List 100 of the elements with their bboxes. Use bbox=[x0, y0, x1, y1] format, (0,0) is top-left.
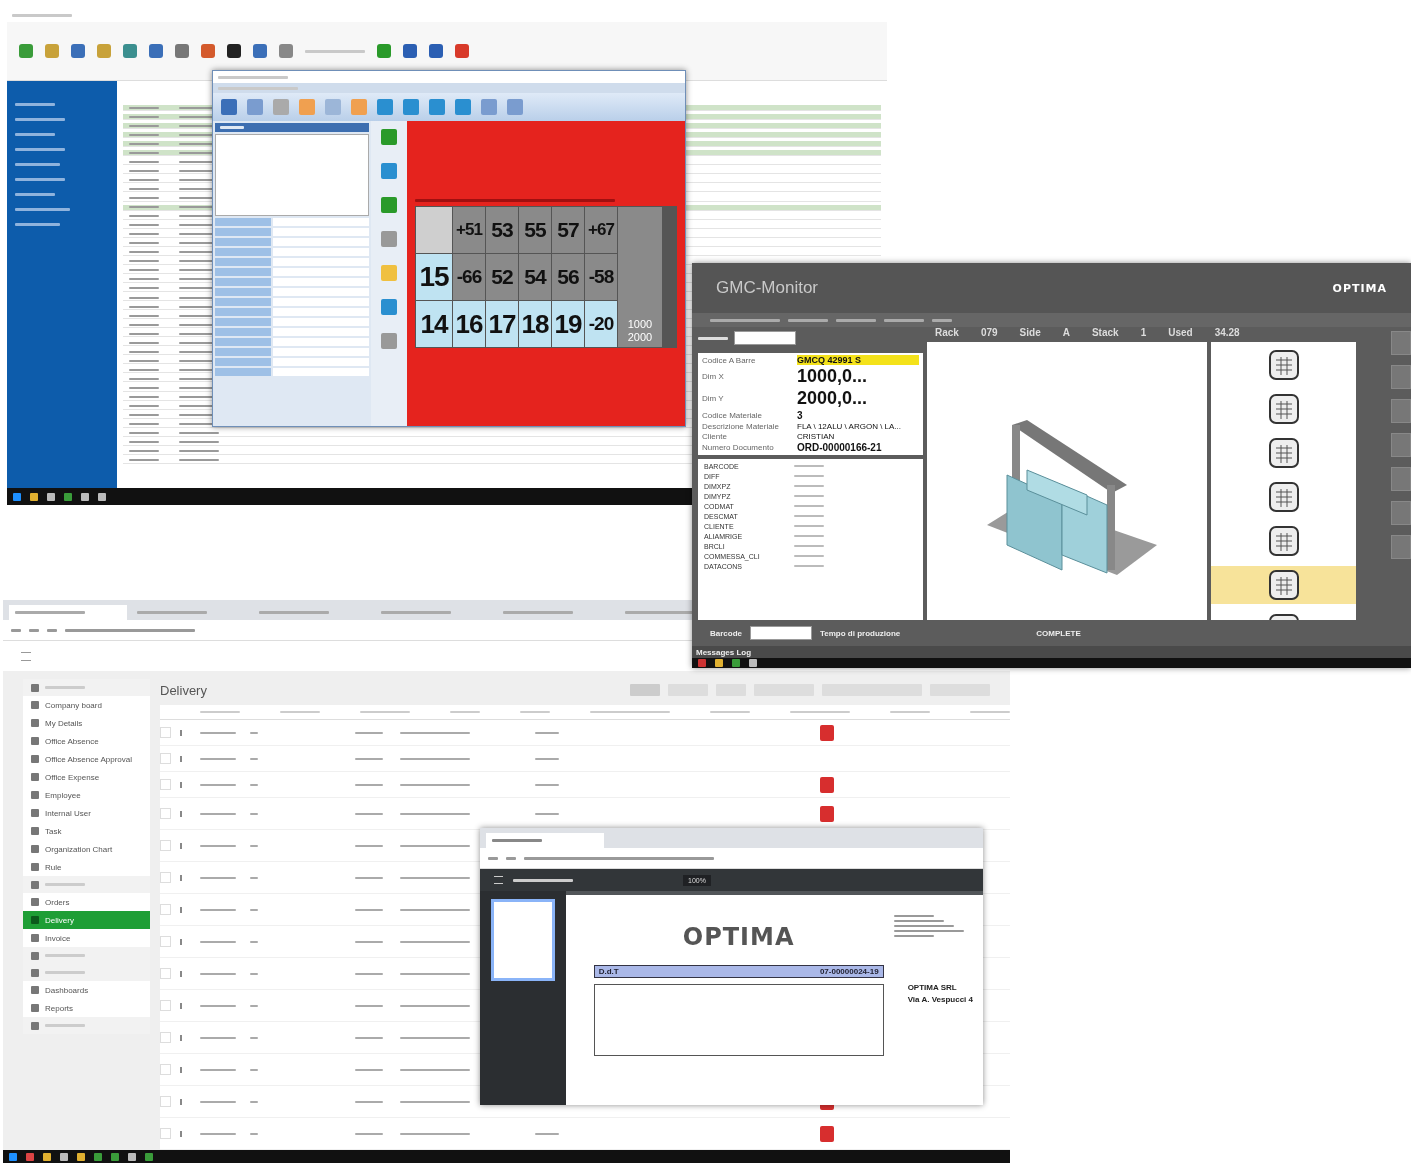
row-checkbox[interactable] bbox=[160, 1000, 171, 1011]
action-icon[interactable] bbox=[381, 299, 397, 315]
detail-label: Numero Documento bbox=[702, 443, 775, 452]
form-field[interactable] bbox=[273, 258, 369, 266]
form-label-cell bbox=[215, 358, 271, 366]
ribbon-icon[interactable] bbox=[175, 44, 189, 58]
form-field[interactable] bbox=[273, 238, 369, 246]
detail-label: Descrizione Materiale bbox=[702, 422, 780, 431]
form-field[interactable] bbox=[273, 288, 369, 296]
blurred-text bbox=[129, 405, 159, 408]
form-field[interactable] bbox=[273, 338, 369, 346]
ribbon-icon[interactable] bbox=[227, 44, 241, 58]
row-checkbox[interactable] bbox=[160, 753, 171, 764]
pdf-icon[interactable] bbox=[820, 805, 834, 822]
form-field[interactable] bbox=[273, 278, 369, 286]
toolbar-icon[interactable] bbox=[325, 99, 341, 115]
action-icon[interactable] bbox=[381, 163, 397, 179]
blurred-text bbox=[179, 432, 219, 435]
toolbar-icon[interactable] bbox=[377, 99, 393, 115]
row-checkbox[interactable] bbox=[160, 840, 171, 851]
side-button[interactable] bbox=[1391, 331, 1411, 355]
glass-sheet-icon bbox=[1266, 436, 1301, 470]
row-checkbox[interactable] bbox=[160, 1128, 171, 1139]
blurred-text bbox=[250, 940, 258, 943]
row-checkbox[interactable] bbox=[160, 936, 171, 947]
toolbar-icon[interactable] bbox=[299, 99, 315, 115]
blurred-text bbox=[200, 783, 236, 786]
side-button[interactable] bbox=[1391, 467, 1411, 491]
form-field[interactable] bbox=[273, 298, 369, 306]
toolbar-icon[interactable] bbox=[273, 99, 289, 115]
action-icon[interactable] bbox=[381, 129, 397, 145]
slot-number: -58 bbox=[585, 254, 617, 300]
row-checkbox[interactable] bbox=[160, 872, 171, 883]
row-checkbox[interactable] bbox=[160, 808, 171, 819]
blurred-text bbox=[400, 1132, 470, 1135]
page-thumbnail[interactable] bbox=[490, 899, 555, 981]
form-field[interactable] bbox=[273, 318, 369, 326]
slot-number: 54 bbox=[519, 254, 551, 300]
side-button[interactable] bbox=[1391, 433, 1411, 457]
ribbon-icon[interactable] bbox=[455, 44, 469, 58]
action-icon[interactable] bbox=[381, 265, 397, 281]
form-field[interactable] bbox=[273, 358, 369, 366]
slot-item[interactable] bbox=[1211, 566, 1356, 604]
blurred-text bbox=[129, 314, 159, 317]
row-checkbox[interactable] bbox=[160, 779, 171, 790]
toolbar-icon[interactable] bbox=[481, 99, 497, 115]
ribbon-icon[interactable] bbox=[123, 44, 137, 58]
pdf-icon[interactable] bbox=[820, 776, 834, 793]
toolbar-icon[interactable] bbox=[455, 99, 471, 115]
row-checkbox[interactable] bbox=[160, 1064, 171, 1075]
form-field[interactable] bbox=[273, 348, 369, 356]
action-icon[interactable] bbox=[381, 333, 397, 349]
toolbar-icon[interactable] bbox=[429, 99, 445, 115]
detail-label: Codice A Barre bbox=[702, 355, 757, 365]
ribbon-icon[interactable] bbox=[149, 44, 163, 58]
toolbar-icon[interactable] bbox=[507, 99, 523, 115]
row-checkbox[interactable] bbox=[160, 968, 171, 979]
toolbar-icon[interactable] bbox=[403, 99, 419, 115]
toolbar-icon[interactable] bbox=[351, 99, 367, 115]
side-button[interactable] bbox=[1391, 399, 1411, 423]
form-field[interactable] bbox=[273, 368, 369, 376]
toolbar-icon[interactable] bbox=[247, 99, 263, 115]
blurred-text bbox=[250, 1004, 258, 1007]
ribbon-icon[interactable] bbox=[279, 44, 293, 58]
form-field[interactable] bbox=[273, 248, 369, 256]
form-field[interactable] bbox=[273, 218, 369, 226]
ribbon-icon[interactable] bbox=[403, 44, 417, 58]
ribbon-icon[interactable] bbox=[429, 44, 443, 58]
pdf-icon[interactable] bbox=[820, 1125, 834, 1142]
side-button[interactable] bbox=[1391, 501, 1411, 525]
action-icon[interactable] bbox=[381, 231, 397, 247]
toolbar-icon[interactable] bbox=[221, 99, 237, 115]
barcode-input[interactable] bbox=[750, 626, 812, 640]
blurred-text bbox=[129, 242, 159, 245]
side-button[interactable] bbox=[1391, 365, 1411, 389]
ribbon-icon[interactable] bbox=[201, 44, 215, 58]
row-checkbox[interactable] bbox=[160, 727, 171, 738]
form-field[interactable] bbox=[273, 268, 369, 276]
menu-item[interactable]: Delivery bbox=[23, 911, 150, 929]
blurred-text bbox=[355, 757, 383, 760]
menu-icon[interactable] bbox=[494, 876, 503, 884]
pdf-icon[interactable] bbox=[820, 724, 834, 741]
blurred-text bbox=[129, 178, 159, 181]
row-checkbox[interactable] bbox=[160, 904, 171, 915]
row-checkbox[interactable] bbox=[160, 1096, 171, 1107]
ribbon-icon[interactable] bbox=[71, 44, 85, 58]
detail-label: Cliente bbox=[702, 432, 728, 441]
action-icon[interactable] bbox=[381, 197, 397, 213]
rack-value: 1 bbox=[1140, 327, 1147, 338]
rack-label: Rack bbox=[935, 327, 959, 338]
ribbon-icon[interactable] bbox=[253, 44, 267, 58]
form-field[interactable] bbox=[273, 328, 369, 336]
form-field[interactable] bbox=[273, 228, 369, 236]
side-button[interactable] bbox=[1391, 535, 1411, 559]
form-field[interactable] bbox=[273, 308, 369, 316]
blurred-text bbox=[200, 1132, 236, 1135]
row-checkbox[interactable] bbox=[160, 1032, 171, 1043]
rack-value: 34.28 bbox=[1214, 327, 1240, 338]
barcode-field[interactable] bbox=[734, 331, 796, 345]
form-label-cell bbox=[215, 218, 271, 226]
